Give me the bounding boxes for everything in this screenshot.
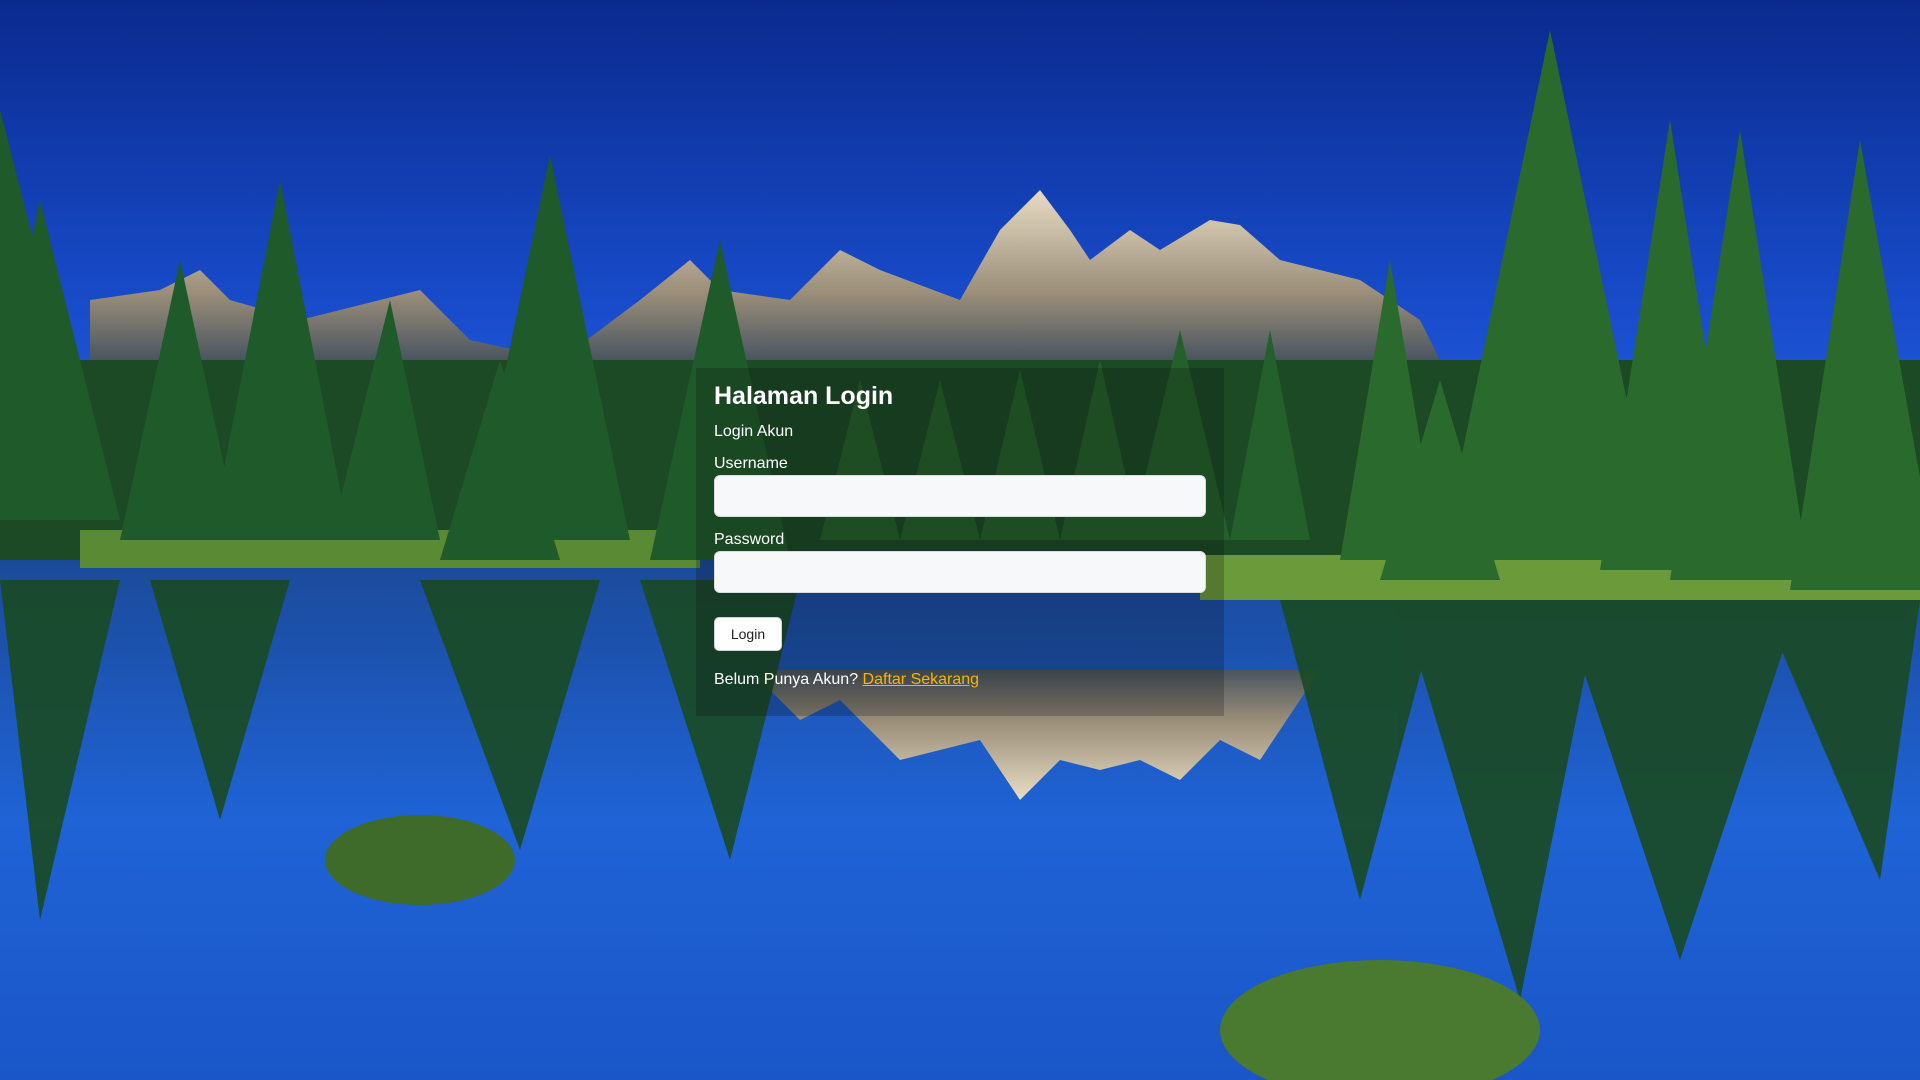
login-button[interactable]: Login — [714, 616, 782, 651]
register-prompt-text: Belum Punya Akun? — [714, 670, 859, 688]
register-link[interactable]: Daftar Sekarang — [863, 671, 980, 688]
login-card: Halaman Login Login Akun Username Passwo… — [696, 368, 1224, 716]
username-input[interactable] — [714, 474, 1206, 517]
password-label: Password — [714, 530, 785, 548]
username-label: Username — [714, 454, 788, 472]
page-subtitle: Login Akun — [714, 422, 794, 440]
page-title: Halaman Login — [714, 382, 894, 410]
register-prompt-row: Belum Punya Akun? Daftar Sekarang — [714, 671, 1206, 689]
password-input[interactable] — [714, 550, 1206, 593]
